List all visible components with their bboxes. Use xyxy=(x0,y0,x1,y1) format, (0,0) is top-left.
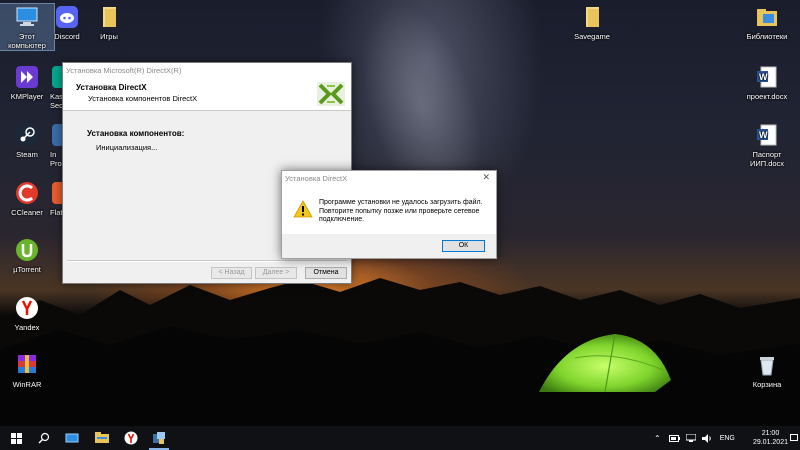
desktop-icon-project-docx[interactable]: W проект.docx xyxy=(740,64,794,101)
dialog-footer: ОК xyxy=(282,234,496,258)
taskbar-explorer[interactable] xyxy=(88,426,116,450)
installer-window-title: Установка Microsoft(R) DirectX(R) xyxy=(66,66,182,75)
yandex-icon xyxy=(16,297,38,319)
desktop-icon-label: Библиотеки xyxy=(746,32,788,41)
desktop-icon-savegame-folder[interactable]: Savegame xyxy=(565,4,619,41)
installer-divider xyxy=(67,260,347,262)
taskbar-yandex[interactable] xyxy=(117,426,145,450)
winrar-icon xyxy=(18,355,36,373)
folder-icon xyxy=(586,7,599,27)
desktop-icon-label: Steam xyxy=(16,150,38,159)
desktop-icon-label: In Proce xyxy=(50,150,62,168)
desktop-icon-passport-docx[interactable]: W Паспорт ИИП.docx xyxy=(740,122,794,168)
next-button[interactable]: Далее > xyxy=(255,267,297,279)
desktop-icon-winrar[interactable]: WinRAR xyxy=(0,352,54,389)
libraries-icon xyxy=(757,9,777,26)
system-tray: ⌃ ENG xyxy=(654,426,735,450)
taskbar: ⌃ ENG 21:00 29.01.2021 xyxy=(0,426,800,450)
directx-logo-icon xyxy=(317,82,345,106)
taskbar-directx-setup[interactable] xyxy=(145,426,173,450)
yandex-icon xyxy=(124,431,138,445)
volume-icon[interactable] xyxy=(701,433,712,443)
desktop-icon-label: µTorrent xyxy=(13,265,41,274)
desktop-icon-label: Yandex xyxy=(14,323,40,332)
task-view-icon xyxy=(65,433,79,443)
desktop-icon-label: Flat xyxy=(50,208,62,217)
installer-body: Установка компонентов: Инициализация... xyxy=(63,111,351,152)
tray-overflow-icon[interactable]: ⌃ xyxy=(654,434,661,443)
task-view-button[interactable] xyxy=(58,426,86,450)
kmplayer-icon xyxy=(16,66,38,88)
app-icon xyxy=(52,182,62,204)
language-indicator[interactable]: ENG xyxy=(720,435,735,442)
installer-header-title: Установка DirectX xyxy=(76,83,147,92)
start-button[interactable] xyxy=(2,426,30,450)
discord-icon xyxy=(56,6,78,28)
dialog-titlebar[interactable]: Установка DirectX ✕ xyxy=(282,171,496,185)
mountain-silhouette xyxy=(0,278,800,426)
kaspersky-icon xyxy=(52,66,62,88)
desktop-icon-flat[interactable]: Flat xyxy=(40,180,62,217)
battery-icon[interactable] xyxy=(668,434,680,442)
desktop-icon-process[interactable]: In Proce xyxy=(40,122,62,168)
close-icon[interactable]: ✕ xyxy=(482,172,490,183)
utorrent-icon xyxy=(16,239,38,261)
svg-text:W: W xyxy=(759,130,768,140)
notification-icon[interactable] xyxy=(790,434,798,442)
dialog-title: Установка DirectX xyxy=(285,174,348,183)
install-status-text: Инициализация... xyxy=(96,143,158,152)
desktop-icon-label: проект.docx xyxy=(746,92,788,101)
directx-error-dialog: Установка DirectX ✕ Программе установки … xyxy=(281,170,497,259)
search-button[interactable] xyxy=(30,426,58,450)
ok-button[interactable]: ОК xyxy=(442,240,485,252)
steam-icon xyxy=(16,124,38,146)
ccleaner-icon xyxy=(16,182,38,204)
windows-icon xyxy=(10,432,22,444)
network-icon[interactable] xyxy=(685,434,696,442)
desktop-icon-label: CCleaner xyxy=(11,208,43,217)
clock-date: 29.01.2021 xyxy=(752,439,788,446)
desktop-icon-libraries[interactable]: Библиотеки xyxy=(740,4,794,41)
desktop-icon-utorrent[interactable]: µTorrent xyxy=(0,237,54,274)
desktop-icon-label: WinRAR xyxy=(12,380,42,389)
desktop-icon-label: Discord xyxy=(54,32,80,41)
app-icon xyxy=(52,124,62,146)
desktop-icon-label: Паспорт ИИП.docx xyxy=(749,150,785,168)
folder-icon xyxy=(103,7,116,27)
desktop-icon-games-folder[interactable]: Игры xyxy=(82,4,136,41)
desktop-icon-label: Savegame xyxy=(574,32,610,41)
desktop-icon-label: Корзина xyxy=(752,380,782,389)
installer-titlebar[interactable]: Установка Microsoft(R) DirectX(R) xyxy=(63,63,351,77)
desktop-icon-label: Игры xyxy=(100,32,118,41)
word-document-icon: W xyxy=(757,66,777,88)
desktop-icon-label: KMPlayer xyxy=(10,92,44,101)
svg-text:W: W xyxy=(759,72,768,82)
back-button[interactable]: < Назад xyxy=(211,267,252,279)
clock-time: 21:00 xyxy=(761,430,780,437)
desktop-icon-label: Kas Secu xyxy=(50,92,62,110)
clock[interactable]: 21:00 29.01.2021 xyxy=(753,429,788,447)
warning-icon xyxy=(293,200,313,218)
installer-header: Установка DirectX Установка компонентов … xyxy=(63,77,351,111)
setup-icon xyxy=(153,432,165,444)
search-icon xyxy=(38,432,50,444)
computer-icon xyxy=(16,7,38,26)
folder-icon xyxy=(95,432,109,443)
glowing-tent xyxy=(539,333,671,393)
install-section-title: Установка компонентов: xyxy=(87,129,185,138)
dialog-message: Программе установки не удалось загрузить… xyxy=(319,199,483,223)
installer-header-subtitle: Установка компонентов DirectX xyxy=(88,94,198,103)
desktop-icon-kaspersky[interactable]: Kas Secu xyxy=(40,64,62,110)
desktop-icon-yandex[interactable]: Yandex xyxy=(0,295,54,332)
recycle-bin-icon xyxy=(760,357,774,376)
desktop-icon-recycle-bin[interactable]: Корзина xyxy=(740,352,794,389)
cancel-button[interactable]: Отмена xyxy=(305,267,347,279)
word-document-icon: W xyxy=(757,124,777,146)
